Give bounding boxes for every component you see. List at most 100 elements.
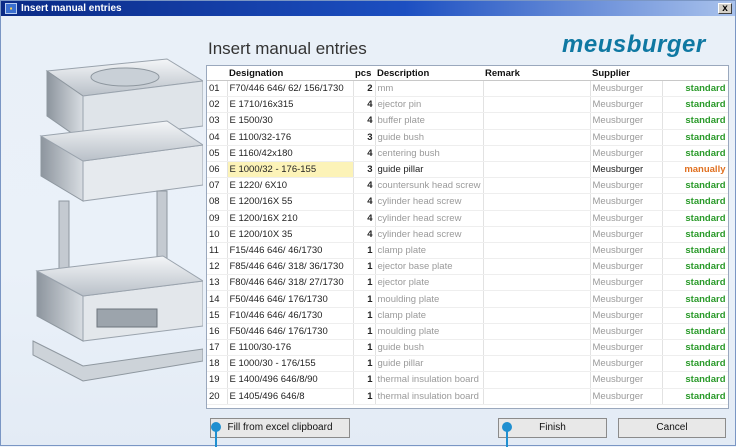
supplier-cell[interactable]: Meusburger — [590, 226, 663, 243]
remark-cell[interactable] — [483, 145, 591, 162]
designation-cell[interactable]: F85/446 646/ 318/ 36/1730 — [227, 258, 354, 276]
remark-cell[interactable] — [483, 323, 591, 341]
supplier-cell[interactable]: Meusburger — [590, 129, 663, 146]
pcs-cell[interactable]: 1 — [353, 388, 376, 405]
pcs-cell[interactable]: 1 — [353, 258, 376, 276]
description-cell[interactable]: moulding plate — [375, 323, 484, 341]
status-cell[interactable]: standard — [662, 96, 728, 114]
designation-cell[interactable]: E 1100/32-176 — [227, 129, 354, 146]
status-cell[interactable]: standard — [662, 80, 728, 98]
remark-cell[interactable] — [483, 274, 591, 292]
remark-cell[interactable] — [483, 112, 591, 130]
status-cell[interactable]: standard — [662, 388, 728, 405]
description-cell[interactable]: guide pillar — [375, 355, 484, 373]
table-row[interactable]: 08 E 1200/16X 55 4 cylinder head screw Meusb… — [207, 193, 728, 211]
table-row[interactable]: 10 E 1200/10X 35 4 cylinder head screw Meusb… — [207, 226, 728, 243]
status-cell[interactable]: standard — [662, 242, 728, 260]
pcs-cell[interactable]: 1 — [353, 307, 376, 324]
status-cell[interactable]: standard — [662, 355, 728, 373]
row-number[interactable]: 15 — [207, 307, 228, 324]
supplier-cell[interactable]: Meusburger — [590, 258, 663, 276]
designation-cell[interactable]: E 1200/10X 35 — [227, 226, 354, 243]
table-row[interactable]: 06 E 1000/32 - 176-155 3 guide pillar Meusbu… — [207, 161, 728, 179]
status-cell[interactable]: standard — [662, 145, 728, 162]
table-row[interactable]: 11 F15/446 646/ 46/1730 1 clamp plate Meusbu… — [207, 242, 728, 260]
remark-cell[interactable] — [483, 290, 591, 308]
table-row[interactable]: 02 E 1710/16x315 4 ejector pin Meusburger sta… — [207, 96, 728, 114]
pcs-cell[interactable]: 1 — [353, 339, 376, 357]
description-cell[interactable]: guide pillar — [375, 161, 484, 179]
title-bar[interactable]: ▪ Insert manual entries x — [1, 1, 735, 16]
designation-cell[interactable]: E 1400/496 646/8/90 — [227, 371, 354, 389]
row-number[interactable]: 01 — [207, 80, 228, 98]
fill-from-excel-button[interactable]: Fill from excel clipboard — [210, 418, 350, 438]
row-number[interactable]: 03 — [207, 112, 228, 130]
description-cell[interactable]: thermal insulation board — [375, 388, 484, 405]
remark-cell[interactable] — [483, 80, 591, 98]
table-row[interactable]: 12 F85/446 646/ 318/ 36/1730 1 ejector base… — [207, 258, 728, 276]
description-cell[interactable]: ejector plate — [375, 274, 484, 292]
supplier-cell[interactable]: Meusburger — [590, 193, 663, 211]
designation-cell[interactable]: E 1710/16x315 — [227, 96, 354, 114]
row-number[interactable]: 14 — [207, 290, 228, 308]
designation-cell[interactable]: F70/446 646/ 62/ 156/1730 — [227, 80, 354, 98]
status-cell[interactable]: standard — [662, 129, 728, 146]
supplier-cell[interactable]: Meusburger — [590, 80, 663, 98]
pcs-cell[interactable]: 1 — [353, 355, 376, 373]
remark-cell[interactable] — [483, 371, 591, 389]
status-cell[interactable]: standard — [662, 193, 728, 211]
remark-cell[interactable] — [483, 388, 591, 405]
remark-cell[interactable] — [483, 193, 591, 211]
designation-cell[interactable]: E 1000/30 - 176/155 — [227, 355, 354, 373]
status-cell[interactable]: standard — [662, 210, 728, 227]
description-cell[interactable]: guide bush — [375, 339, 484, 357]
designation-cell[interactable]: F15/446 646/ 46/1730 — [227, 242, 354, 260]
supplier-cell[interactable]: Meusburger — [590, 242, 663, 260]
row-number[interactable]: 07 — [207, 177, 228, 195]
status-cell[interactable]: standard — [662, 371, 728, 389]
table-row[interactable]: 01 F70/446 646/ 62/ 156/1730 2 mm Meusburger… — [207, 80, 728, 98]
supplier-cell[interactable]: Meusburger — [590, 355, 663, 373]
pcs-cell[interactable]: 2 — [353, 80, 376, 98]
remark-cell[interactable] — [483, 258, 591, 276]
row-number[interactable]: 04 — [207, 129, 228, 146]
status-cell[interactable]: standard — [662, 226, 728, 243]
remark-cell[interactable] — [483, 226, 591, 243]
row-number[interactable]: 05 — [207, 145, 228, 162]
table-row[interactable]: 07 E 1220/ 6X10 4 countersunk head screw Meu… — [207, 177, 728, 195]
row-number[interactable]: 02 — [207, 96, 228, 114]
pcs-cell[interactable]: 4 — [353, 145, 376, 162]
remark-cell[interactable] — [483, 339, 591, 357]
designation-cell[interactable]: E 1220/ 6X10 — [227, 177, 354, 195]
remark-cell[interactable] — [483, 355, 591, 373]
status-cell[interactable]: standard — [662, 274, 728, 292]
table-row[interactable]: 04 E 1100/32-176 3 guide bush Meusburger stan… — [207, 129, 728, 146]
row-number[interactable]: 17 — [207, 339, 228, 357]
table-row[interactable]: 14 F50/446 646/ 176/1730 1 moulding plate Me… — [207, 290, 728, 308]
column-header-supplier[interactable]: Supplier — [590, 66, 662, 81]
supplier-cell[interactable]: Meusburger — [590, 290, 663, 308]
supplier-cell[interactable]: Meusburger — [590, 96, 663, 114]
remark-cell[interactable] — [483, 177, 591, 195]
supplier-cell[interactable]: Meusburger — [590, 112, 663, 130]
status-cell[interactable]: standard — [662, 307, 728, 324]
supplier-cell[interactable]: Meusburger — [590, 388, 663, 405]
remark-cell[interactable] — [483, 242, 591, 260]
pcs-cell[interactable]: 4 — [353, 193, 376, 211]
description-cell[interactable]: mm — [375, 80, 484, 98]
supplier-cell[interactable]: Meusburger — [590, 323, 663, 341]
pcs-cell[interactable]: 4 — [353, 112, 376, 130]
description-cell[interactable]: guide bush — [375, 129, 484, 146]
table-row[interactable]: 20 E 1405/496 646/8 1 thermal insulation bo… — [207, 388, 728, 405]
column-header-designation[interactable]: Designation — [227, 66, 353, 81]
remark-cell[interactable] — [483, 161, 591, 179]
supplier-cell[interactable]: Meusburger — [590, 371, 663, 389]
pcs-cell[interactable]: 4 — [353, 96, 376, 114]
supplier-cell[interactable]: Meusburger — [590, 145, 663, 162]
pcs-cell[interactable]: 4 — [353, 210, 376, 227]
designation-cell[interactable]: E 1100/30-176 — [227, 339, 354, 357]
column-header-remark[interactable]: Remark — [483, 66, 590, 81]
pcs-cell[interactable]: 4 — [353, 177, 376, 195]
supplier-cell[interactable]: Meusburger — [590, 274, 663, 292]
designation-cell[interactable]: F50/446 646/ 176/1730 — [227, 290, 354, 308]
